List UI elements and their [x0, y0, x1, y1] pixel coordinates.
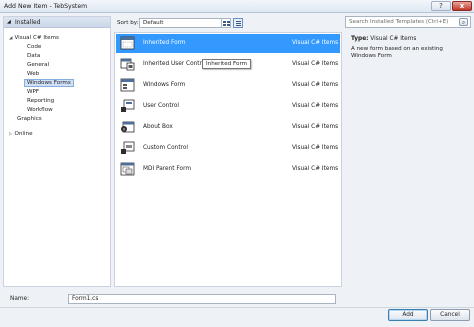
tree-node-label: Online	[14, 131, 33, 137]
grid-icon	[223, 24, 226, 26]
template-row-mdi-parent-form[interactable]: MDI Parent Form Visual C# Items	[116, 160, 340, 179]
tree-node-wpf[interactable]: WPF	[25, 88, 41, 96]
type-value: Visual C# Items	[370, 36, 417, 42]
list-icon	[236, 21, 241, 22]
template-name: Inherited User Control	[143, 61, 207, 67]
inherited-form-icon	[120, 36, 135, 50]
tree-node-data[interactable]: Data	[25, 52, 42, 60]
tree-node-windows-forms[interactable]: Windows Forms	[24, 79, 74, 87]
detail-pane: Type: Visual C# Items A new form based o…	[345, 32, 471, 287]
tree-node-online[interactable]: ▷ Online	[7, 130, 35, 138]
template-name: About Box	[143, 124, 173, 130]
windows-form-icon	[120, 78, 135, 92]
grid-icon	[223, 21, 226, 23]
template-row-user-control[interactable]: User Control Visual C# Items	[116, 97, 340, 116]
search-placeholder: Search Installed Templates (Ctrl+E)	[349, 19, 449, 25]
template-description: A new form based on an existing Windows …	[351, 46, 443, 59]
tree-node-graphics[interactable]: Graphics	[15, 115, 44, 123]
template-name: Custom Control	[143, 145, 189, 151]
template-name: Windows Form	[143, 82, 186, 88]
template-row-windows-form[interactable]: Windows Form Visual C# Items	[116, 76, 340, 95]
small-icons-view-button[interactable]	[221, 18, 231, 28]
about-box-icon	[121, 121, 135, 133]
add-button[interactable]: Add	[388, 309, 428, 321]
cancel-button[interactable]: Cancel	[430, 309, 470, 321]
category-tree: ◢ Installed ◢ Visual C# Items Code Data G…	[3, 16, 111, 287]
grid-icon	[227, 21, 230, 23]
tree-node-web[interactable]: Web	[25, 70, 41, 78]
template-name: MDI Parent Form	[143, 166, 192, 172]
template-name: User Control	[143, 103, 180, 109]
template-row-custom-control[interactable]: Custom Control Visual C# Items	[116, 139, 340, 158]
template-name: Inherited Form	[143, 40, 186, 46]
user-control-icon	[121, 99, 135, 112]
dialog-body: ◢ Installed ◢ Visual C# Items Code Data G…	[0, 13, 474, 327]
tree-node-code[interactable]: Code	[25, 43, 43, 51]
title-bar: Add New Item - TebSystem ? x	[0, 0, 474, 13]
tree-node-workflow[interactable]: Workflow	[25, 106, 55, 114]
sort-dropdown[interactable]: Default ▼	[139, 18, 231, 28]
sort-label: Sort by:	[117, 20, 139, 26]
template-language: Visual C# Items	[292, 124, 339, 130]
expand-arrow-icon: ▷	[9, 132, 13, 137]
mdi-parent-form-icon	[120, 162, 135, 176]
window-title: Add New Item - TebSystem	[4, 3, 88, 10]
type-label: Type:	[351, 36, 369, 42]
tree-header-label: Installed	[15, 19, 41, 26]
template-language: Visual C# Items	[292, 61, 339, 67]
sort-value: Default	[143, 20, 164, 26]
custom-control-icon	[121, 141, 135, 154]
grid-icon	[227, 24, 230, 26]
tooltip: Inherited Form	[202, 59, 252, 69]
close-button[interactable]: x	[452, 1, 472, 11]
name-label: Name:	[10, 296, 30, 302]
tree-node-reporting[interactable]: Reporting	[25, 97, 56, 105]
list-view-button[interactable]	[233, 18, 243, 28]
help-button[interactable]: ?	[431, 1, 451, 11]
type-line: Type: Visual C# Items	[351, 36, 416, 42]
list-icon	[236, 25, 241, 26]
tree-node-visual-csharp-items[interactable]: ◢ Visual C# Items	[7, 34, 61, 42]
template-language: Visual C# Items	[292, 82, 339, 88]
search-box[interactable]: Search Installed Templates (Ctrl+E) ⌕	[345, 16, 471, 28]
template-list: Inherited Form Visual C# Items Inherited…	[114, 32, 342, 287]
name-input[interactable]: Form1.cs	[68, 294, 336, 304]
template-language: Visual C# Items	[292, 40, 339, 46]
sort-bar: Sort by: Default ▼	[114, 16, 342, 30]
footer-divider	[0, 307, 474, 308]
list-icon	[236, 23, 241, 24]
collapse-arrow-icon: ◢	[7, 19, 11, 25]
tree-node-label: Visual C# Items	[14, 35, 59, 41]
inherited-user-control-icon	[120, 58, 135, 71]
tree-header-installed[interactable]: ◢ Installed	[4, 17, 110, 28]
template-row-about-box[interactable]: About Box Visual C# Items	[116, 118, 340, 137]
template-language: Visual C# Items	[292, 103, 339, 109]
template-row-inherited-form[interactable]: Inherited Form Visual C# Items	[116, 34, 340, 53]
template-language: Visual C# Items	[292, 166, 339, 172]
search-icon[interactable]: ⌕	[459, 18, 468, 26]
template-language: Visual C# Items	[292, 145, 339, 151]
expand-arrow-icon: ◢	[9, 36, 13, 41]
tree-node-general[interactable]: General	[25, 61, 51, 69]
